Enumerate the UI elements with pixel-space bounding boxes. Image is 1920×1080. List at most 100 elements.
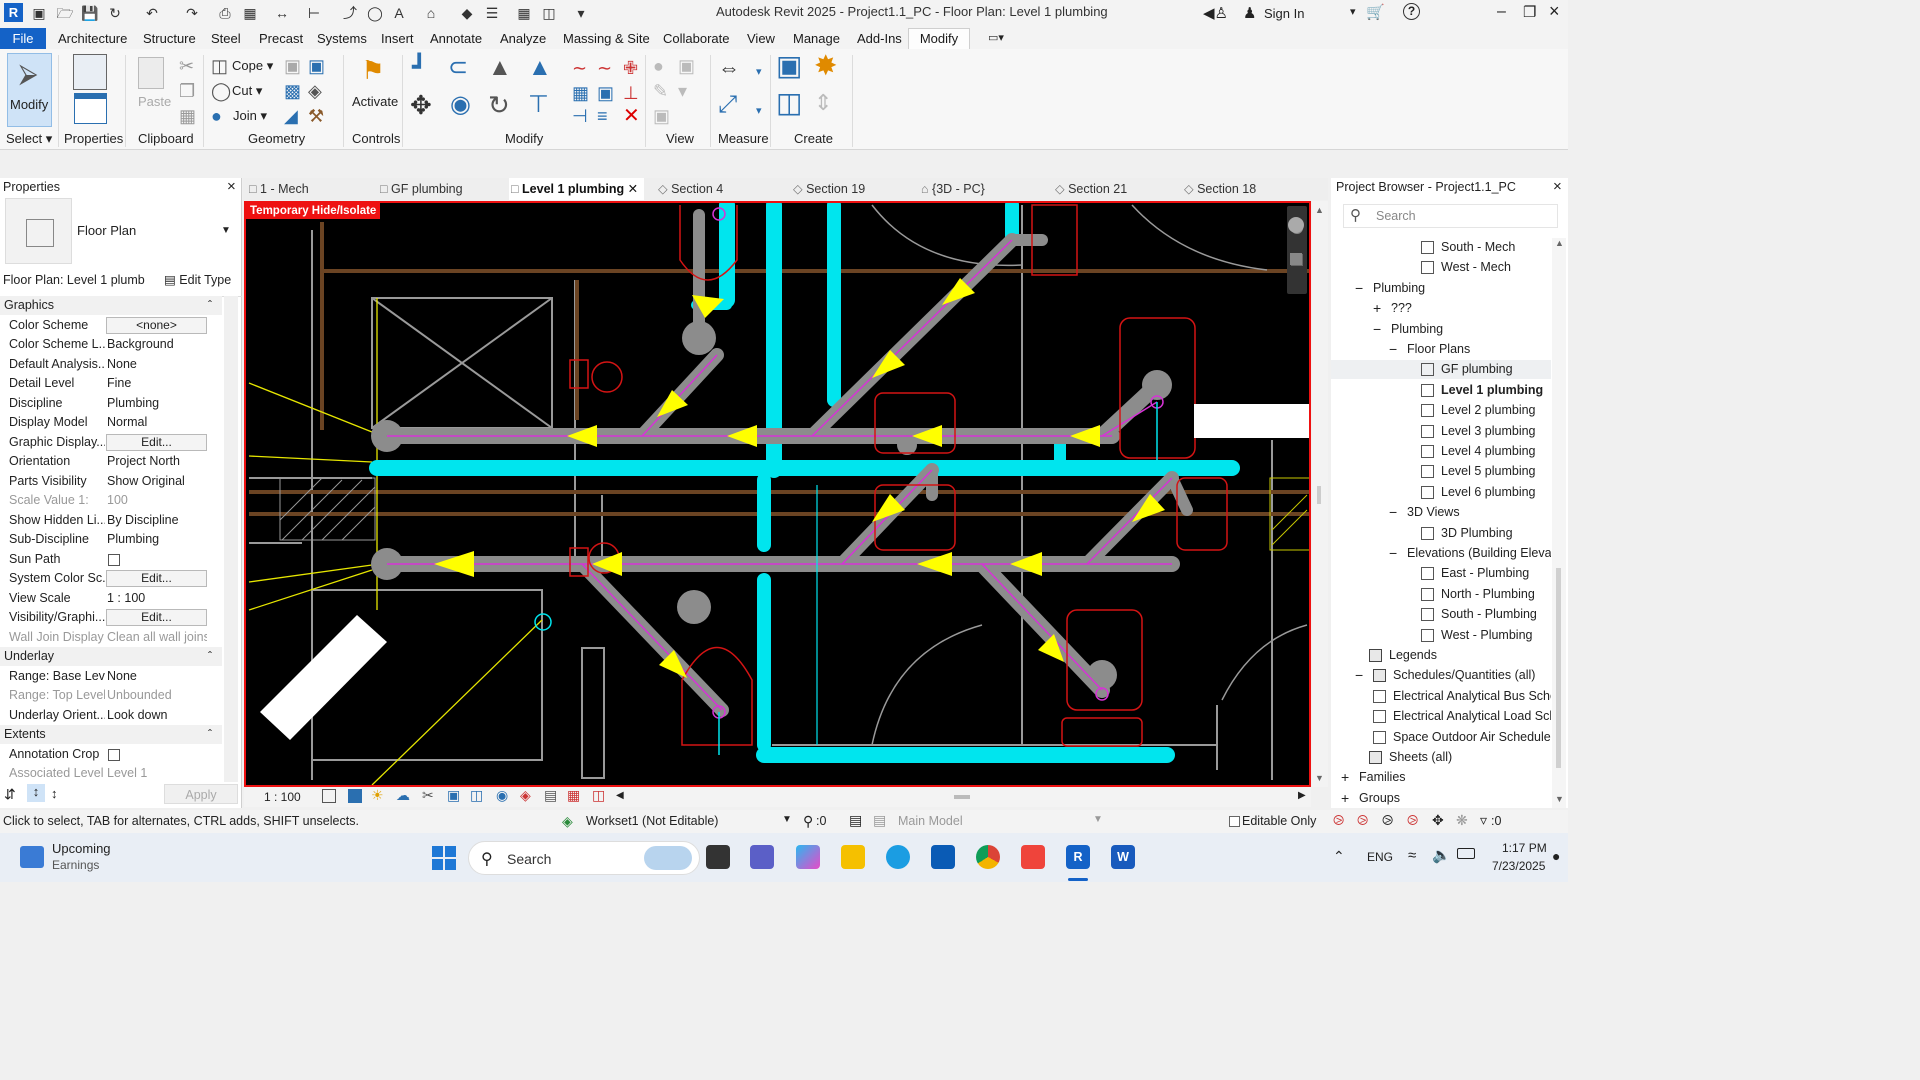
property-checkbox[interactable] xyxy=(108,748,120,761)
join-button[interactable]: Join ▾ xyxy=(233,108,267,124)
tag-icon[interactable]: ⤴ xyxy=(341,5,359,22)
select-by-face-icon[interactable]: ⧁ xyxy=(1407,812,1418,829)
split-gap-icon[interactable]: ∼ xyxy=(597,59,612,77)
unpin-icon[interactable]: ⊥ xyxy=(623,84,639,102)
browser-item[interactable]: Level 4 plumbing xyxy=(1331,442,1551,461)
view-tab[interactable]: ◇ Section 4 xyxy=(658,178,723,200)
edge-icon[interactable] xyxy=(886,845,910,869)
pin-icon[interactable]: ✙ xyxy=(623,59,638,77)
browser-item[interactable]: Space Outdoor Air Schedule xyxy=(1331,728,1551,747)
switch-windows-icon[interactable]: ◫ xyxy=(540,5,558,22)
select-pinned-icon[interactable]: ⧁ xyxy=(1382,812,1393,829)
chrome-icon[interactable] xyxy=(976,845,1000,869)
browser-item[interactable]: + Groups xyxy=(1331,789,1551,808)
properties-icon[interactable] xyxy=(74,93,107,124)
hammer-icon[interactable]: ⚒ xyxy=(308,107,324,125)
activate-icon[interactable]: ⚑ xyxy=(358,55,388,85)
drag-elements-icon[interactable]: ✥ xyxy=(1432,812,1444,829)
crop-view-icon[interactable]: ✂ xyxy=(422,787,434,804)
browser-item[interactable]: Electrical Analytical Load Sch xyxy=(1331,707,1551,726)
analytical-model-icon[interactable]: ▦ xyxy=(567,787,580,804)
property-edit-button[interactable]: Edit... xyxy=(106,433,207,451)
view-tab[interactable]: ⌂ {3D - PC} xyxy=(921,178,985,200)
shadows-icon[interactable]: ☁ xyxy=(396,787,410,804)
browser-item[interactable]: Sheets (all) xyxy=(1331,748,1551,767)
home-icon[interactable]: ▣ xyxy=(30,5,48,22)
view-tab[interactable]: □ Level 1 plumbing ✕ xyxy=(509,178,645,200)
property-value[interactable]: None xyxy=(107,355,207,374)
design-options-icon[interactable]: ⚲ xyxy=(803,813,813,830)
section-icon[interactable]: ◆ xyxy=(458,5,476,22)
browser-item[interactable]: South - Mech xyxy=(1331,238,1551,257)
split-icon[interactable]: ∼ xyxy=(572,59,587,77)
copy-element-icon[interactable]: ◉ xyxy=(450,93,471,117)
thin-lines-icon[interactable]: ☰ xyxy=(483,5,501,22)
hide-element-icon[interactable]: ● xyxy=(653,57,664,75)
restore-icon[interactable]: ❐ xyxy=(1523,3,1536,21)
type-dropdown-icon[interactable]: ▼ xyxy=(221,225,231,236)
type-selector[interactable]: Floor Plan ▼ xyxy=(3,197,239,266)
extend-icon[interactable]: ⊣ xyxy=(572,107,588,125)
close-tab-icon[interactable]: ✕ xyxy=(624,182,638,196)
expand-icon[interactable]: + xyxy=(1341,789,1349,808)
create-similar-icon[interactable]: ⇕ xyxy=(814,92,832,114)
tab-collaborate[interactable]: Collaborate xyxy=(663,29,730,49)
copilot-icon[interactable] xyxy=(796,845,820,869)
tab-insert[interactable]: Insert xyxy=(381,29,414,49)
language-indicator[interactable]: ENG xyxy=(1367,850,1393,864)
measure-between-icon[interactable]: ⇔ xyxy=(718,57,740,79)
redo-icon[interactable]: ↷ xyxy=(183,5,201,22)
save-icon[interactable]: 💾 xyxy=(81,5,99,22)
browser-item[interactable]: − Floor Plans xyxy=(1331,340,1551,359)
property-value[interactable]: Look down xyxy=(107,706,207,725)
delete-icon[interactable]: ✕ xyxy=(623,106,640,126)
remove-paint-icon[interactable]: ◢ xyxy=(284,107,298,125)
cut-icon[interactable]: ✂ xyxy=(179,57,194,75)
tab-annotate[interactable]: Annotate xyxy=(430,29,482,49)
zoom-icon[interactable] xyxy=(1290,253,1302,265)
collapse-icon[interactable]: ˆ xyxy=(208,725,212,744)
dimension-dropdown-icon[interactable]: ▾ xyxy=(756,102,762,120)
property-edit-button[interactable]: Edit... xyxy=(106,609,207,626)
section-header-underlay[interactable]: Underlay ˆ xyxy=(0,647,222,666)
line-work-icon[interactable]: ✎ xyxy=(653,82,668,100)
file-explorer-icon[interactable] xyxy=(841,845,865,869)
volume-icon[interactable]: 🔈 xyxy=(1432,846,1451,864)
contextual-tab-toggle-icon[interactable]: ▭▾ xyxy=(988,31,1014,46)
revit-taskbar-icon[interactable]: R xyxy=(1066,845,1090,869)
worksharing-icon[interactable]: ▤ xyxy=(544,787,557,804)
filter-icon[interactable]: ▿ xyxy=(1480,812,1487,829)
cope-icon[interactable]: ◫ xyxy=(211,57,228,75)
dimension-icon[interactable]: ⊢ xyxy=(305,5,323,22)
print-icon[interactable]: ⎙ xyxy=(216,5,234,22)
property-value[interactable]: Plumbing xyxy=(107,394,207,413)
expand-icon[interactable]: + xyxy=(1373,299,1381,318)
mirror-pick-icon[interactable]: ▲ xyxy=(488,56,512,80)
create-assembly-icon[interactable]: ▣ xyxy=(776,52,802,80)
paste-icon[interactable] xyxy=(138,57,164,89)
workset-selector[interactable]: Workset1 (Not Editable) ▼ xyxy=(586,814,794,828)
join-icon[interactable]: ● xyxy=(211,107,222,125)
edit-type-button[interactable]: ▤ Edit Type xyxy=(164,270,231,290)
collapse-icon[interactable]: ˆ xyxy=(208,647,212,666)
clock-date[interactable]: 7/23/2025 xyxy=(1492,859,1545,873)
rotate-icon[interactable]: ↻ xyxy=(488,92,510,118)
apply-button[interactable]: Apply xyxy=(164,784,238,804)
notification-icon[interactable]: ● xyxy=(1552,848,1560,864)
people-icon[interactable]: ◀♙ xyxy=(1203,4,1228,22)
browser-item[interactable]: West - Mech xyxy=(1331,258,1551,277)
tab-file[interactable]: File xyxy=(0,28,46,49)
view-tab[interactable]: □ 1 - Mech xyxy=(249,178,309,200)
minimize-icon[interactable]: – xyxy=(1497,3,1506,21)
property-value[interactable]: Fine xyxy=(107,374,207,393)
modify-tool-button[interactable]: ⮚ Modify xyxy=(7,53,52,127)
browser-item[interactable]: + Families xyxy=(1331,768,1551,787)
tab-massing-site[interactable]: Massing & Site xyxy=(563,29,650,49)
mirror-draw-icon[interactable]: ▲ xyxy=(528,56,552,80)
instance-selector[interactable]: Floor Plan: Level 1 plumb ▼ xyxy=(3,270,158,307)
show-hidden-icons[interactable]: ⌃ xyxy=(1333,848,1345,865)
unlock-3d-icon[interactable]: ◫ xyxy=(470,787,483,804)
sign-in-button[interactable]: Sign In xyxy=(1264,6,1304,21)
main-model-selector[interactable]: Main Model ▼ xyxy=(898,814,1103,828)
measure-icon[interactable]: ↔ xyxy=(273,5,291,22)
